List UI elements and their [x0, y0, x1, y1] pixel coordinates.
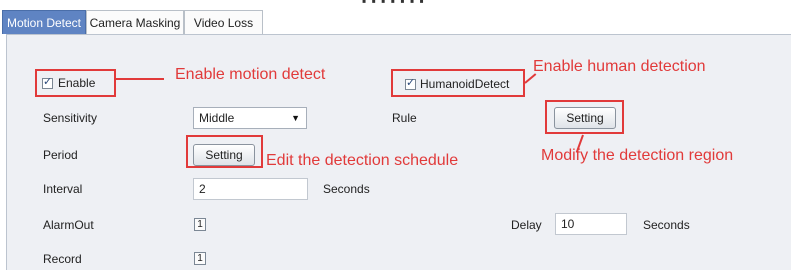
interval-label: Interval: [43, 182, 83, 196]
interval-unit: Seconds: [323, 182, 370, 196]
interval-input[interactable]: 2: [193, 178, 308, 200]
sensitivity-value: Middle: [199, 111, 235, 125]
chevron-down-icon: ▼: [291, 113, 300, 123]
tab-camera-masking[interactable]: Camera Masking: [86, 10, 184, 34]
tab-motion-detect[interactable]: Motion Detect: [2, 10, 86, 34]
modify-region-annotation: Modify the detection region: [541, 147, 734, 164]
record-channel-1[interactable]: 1: [194, 252, 206, 265]
sensitivity-select[interactable]: Middle ▼: [193, 107, 307, 129]
humanoid-highlight-box: [391, 69, 525, 97]
rule-highlight-box: [545, 100, 624, 134]
delay-label: Delay: [511, 218, 542, 232]
period-label: Period: [43, 148, 78, 162]
enable-motion-annotation: Enable motion detect: [175, 66, 326, 83]
alarmout-label: AlarmOut: [43, 218, 94, 232]
delay-input[interactable]: 10: [555, 213, 627, 235]
enable-highlight-box: [35, 69, 116, 97]
edit-schedule-annotation: Edit the detection schedule: [266, 152, 459, 169]
enable-annotation-line: [116, 78, 164, 80]
top-partial-text: ▪ ▪ ▪ ▪ ▪ ▪ ▪: [362, 0, 425, 8]
tab-video-loss[interactable]: Video Loss: [184, 10, 263, 34]
record-label: Record: [43, 252, 82, 266]
sensitivity-label: Sensitivity: [43, 111, 98, 125]
period-highlight-box: [186, 135, 263, 168]
enable-human-annotation: Enable human detection: [533, 58, 706, 75]
delay-unit: Seconds: [643, 218, 690, 232]
alarmout-channel-1[interactable]: 1: [194, 218, 206, 231]
rule-label: Rule: [392, 111, 417, 125]
